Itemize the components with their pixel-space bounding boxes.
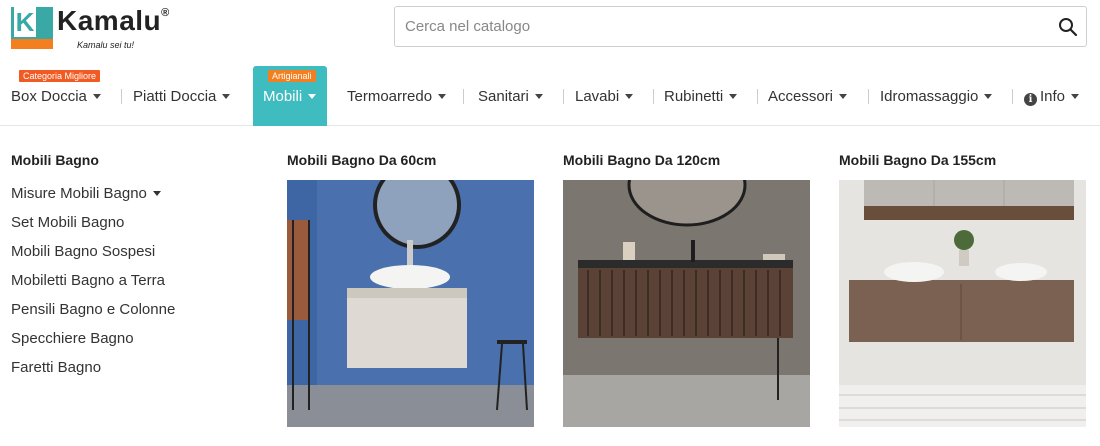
search-input[interactable]: [395, 7, 1035, 46]
submenu-item-sospesi[interactable]: Mobili Bagno Sospesi: [11, 243, 155, 260]
product-title[interactable]: Mobili Bagno Da 120cm: [563, 150, 811, 180]
chevron-down-icon: [438, 93, 447, 99]
chevron-down-icon: [1071, 93, 1080, 99]
nav-idromassaggio[interactable]: Idromassaggio: [871, 66, 1011, 126]
nav-mobili[interactable]: Artigianali Mobili: [253, 66, 327, 126]
submenu-item-faretti[interactable]: Faretti Bagno: [11, 359, 101, 376]
chevron-down-icon: [839, 93, 848, 99]
search-icon[interactable]: [1058, 17, 1078, 37]
logo-name: Kamalu®: [57, 5, 170, 36]
nav-info[interactable]: i Info: [1016, 66, 1096, 126]
chevron-down-icon: [152, 190, 161, 196]
submenu-item-specchiere[interactable]: Specchiere Bagno: [11, 330, 134, 347]
chevron-down-icon: [625, 93, 634, 99]
logo-mark: K: [11, 7, 53, 49]
nav-lavabi[interactable]: Lavabi: [566, 66, 650, 126]
product-card-60cm[interactable]: Mobili Bagno Da 60cm: [287, 150, 535, 427]
nav-label: Piatti Doccia: [133, 88, 217, 105]
submenu-item-set[interactable]: Set Mobili Bagno: [11, 214, 124, 231]
chevron-down-icon: [984, 93, 993, 99]
submenu-item-a-terra[interactable]: Mobiletti Bagno a Terra: [11, 272, 165, 289]
nav-sanitari[interactable]: Sanitari: [467, 66, 559, 126]
nav-rubinetti[interactable]: Rubinetti: [655, 66, 755, 126]
product-image[interactable]: [563, 180, 810, 427]
product-card-120cm[interactable]: Mobili Bagno Da 120cm: [563, 150, 811, 427]
nav-label: Idromassaggio: [880, 88, 979, 105]
nav-divider: [868, 89, 869, 104]
logo-tagline: Kamalu sei tu!: [77, 40, 135, 50]
nav-label: Termoarredo: [347, 88, 433, 105]
megamenu-title: Mobili Bagno: [11, 152, 99, 168]
nav-divider: [563, 89, 564, 104]
nav-label: Sanitari: [478, 88, 529, 105]
nav-label: Box Doccia: [11, 88, 87, 105]
nav-box-doccia[interactable]: Categoria Migliore Box Doccia: [0, 66, 118, 126]
nav-divider: [757, 89, 758, 104]
submenu-item-misure[interactable]: Misure Mobili Bagno: [11, 185, 161, 202]
logo-letter: K: [14, 7, 36, 37]
chevron-down-icon: [729, 93, 738, 99]
product-title[interactable]: Mobili Bagno Da 60cm: [287, 150, 535, 180]
chevron-down-icon: [222, 93, 231, 99]
nav-label: Rubinetti: [664, 88, 724, 105]
nav-divider: [121, 89, 122, 104]
nav-label: Accessori: [768, 88, 834, 105]
logo[interactable]: K Kamalu® Kamalu sei tu!: [11, 5, 171, 51]
product-image[interactable]: [287, 180, 534, 427]
search-bar: [394, 6, 1087, 47]
nav-accessori[interactable]: Accessori: [760, 66, 868, 126]
badge-categoria-migliore: Categoria Migliore: [19, 70, 101, 82]
nav-label: Info: [1040, 88, 1066, 105]
nav-divider: [653, 89, 654, 104]
nav-label: Mobili: [263, 88, 303, 105]
chevron-down-icon: [92, 93, 101, 99]
header: K Kamalu® Kamalu sei tu!: [0, 0, 1100, 62]
product-title[interactable]: Mobili Bagno Da 155cm: [839, 150, 1087, 180]
nav-termoarredo[interactable]: Termoarredo: [336, 66, 458, 126]
submenu-item-pensili[interactable]: Pensili Bagno e Colonne: [11, 301, 175, 318]
product-card-155cm[interactable]: Mobili Bagno Da 155cm: [839, 150, 1087, 427]
product-image[interactable]: [839, 180, 1086, 427]
nav-piatti-doccia[interactable]: Piatti Doccia: [124, 66, 246, 126]
nav-divider: [1012, 89, 1013, 104]
info-icon: i: [1024, 93, 1037, 106]
badge-artigianali: Artigianali: [268, 70, 316, 82]
nav-label: Lavabi: [575, 88, 620, 105]
main-nav: Categoria Migliore Box Doccia Piatti Doc…: [0, 66, 1100, 126]
chevron-down-icon: [308, 93, 317, 99]
nav-divider: [463, 89, 464, 104]
chevron-down-icon: [534, 93, 543, 99]
